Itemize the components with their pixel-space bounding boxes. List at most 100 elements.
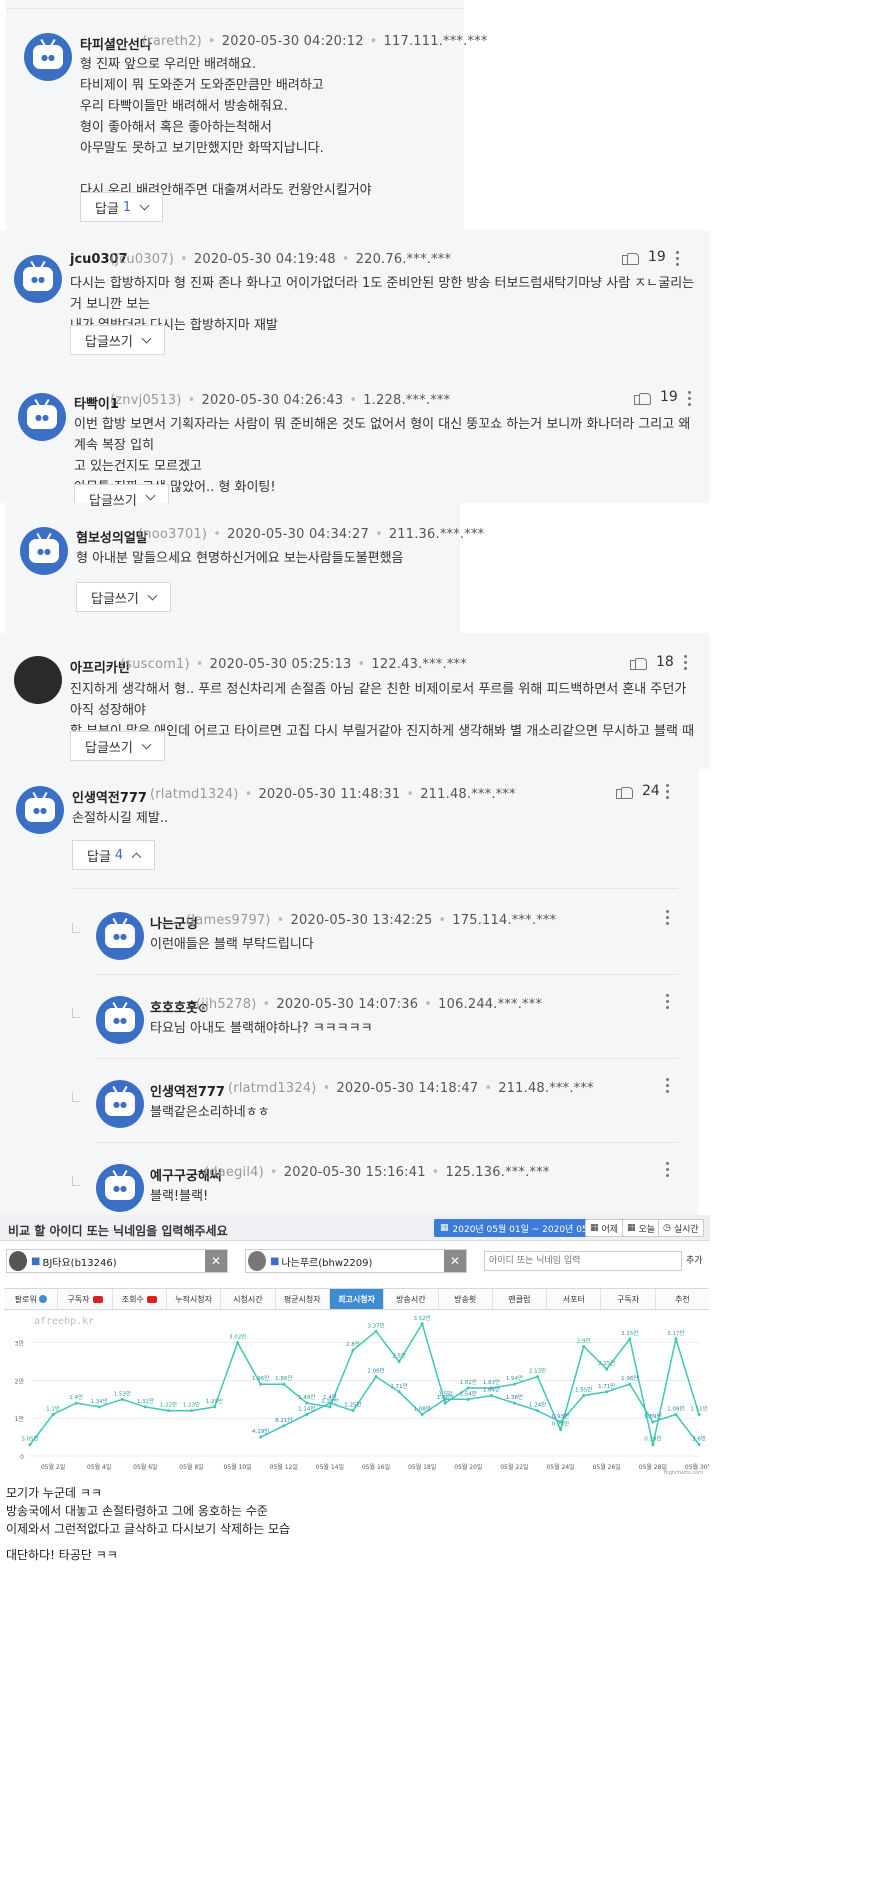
avatar[interactable]: ●●	[18, 393, 66, 441]
reply-meta: (daegil4) • 2020-05-30 15:16:41 • 125.136.**…	[204, 1165, 550, 1180]
more-menu-icon[interactable]	[666, 994, 670, 1010]
tab-label: 서포터	[562, 1294, 585, 1304]
x-tick-label: 05월 2일	[41, 1463, 65, 1471]
comment-nick[interactable]: 인생역전777	[72, 787, 147, 806]
data-label: 3.6만	[692, 1435, 706, 1443]
data-label: 1.34만	[91, 1397, 108, 1405]
comment-body: 손절하시길 제발..	[72, 811, 169, 826]
avatar[interactable]: ●●	[96, 1164, 144, 1212]
data-label: 1.94만	[506, 1374, 523, 1382]
tab-avg-viewers[interactable]: 평균시청자	[276, 1289, 330, 1309]
write-reply-button[interactable]: 답글쓰기	[70, 731, 165, 761]
calendar-icon: ▦	[440, 1223, 449, 1233]
compare-pick-1[interactable]: ■ BJ타요(b13246) ✕	[6, 1249, 228, 1273]
tv-logo-icon: ■	[31, 1255, 41, 1267]
comment-panel-5	[0, 769, 698, 1215]
data-label: 1.4만	[323, 1393, 337, 1401]
x-tick-label: 05월 10일	[224, 1463, 252, 1471]
reply-indent-icon	[72, 1092, 80, 1102]
remove-icon[interactable]: ✕	[205, 1250, 227, 1272]
write-reply-button[interactable]: 답글쓰기	[70, 325, 165, 355]
reply-count: 1	[122, 199, 132, 215]
data-point	[351, 1409, 355, 1413]
reply-date: 2020-05-30 15:16:41	[283, 1165, 426, 1180]
data-point	[374, 1375, 378, 1379]
more-menu-icon[interactable]	[666, 1162, 670, 1178]
data-label: 2.06만	[367, 1367, 384, 1375]
data-label: 1.14만	[298, 1404, 315, 1412]
thumbs-up-icon	[622, 250, 639, 265]
tab-subscribers-2[interactable]: 구독자	[601, 1289, 656, 1309]
tab-recommend[interactable]: 추천	[656, 1289, 709, 1309]
tab-subscriber[interactable]: 구독자	[58, 1289, 113, 1309]
comment-nick[interactable]: 혐보성의얼말	[76, 527, 148, 546]
more-menu-icon[interactable]	[666, 784, 670, 800]
data-point	[466, 1397, 470, 1401]
data-label: 1.86만	[275, 1374, 292, 1382]
remove-icon[interactable]: ✕	[444, 1250, 466, 1272]
reply-nick[interactable]: 인생역전777	[150, 1081, 225, 1100]
like-button[interactable]: 24	[616, 783, 660, 799]
x-tick-label: 05월 4일	[87, 1463, 111, 1471]
comment-nick[interactable]: 타피셜안선다	[80, 34, 152, 53]
comment-meta: (jcu0307) • 2020-05-30 04:19:48 • 220.76.***…	[110, 252, 452, 267]
tab-supporter[interactable]: 서포터	[547, 1289, 602, 1309]
avatar[interactable]: ●●	[24, 33, 72, 81]
today-button[interactable]: ▦ 오늘	[622, 1219, 661, 1237]
avatar[interactable]: ●●	[14, 255, 62, 303]
yesterday-button[interactable]: ▦ 어제	[585, 1219, 624, 1237]
tv-logo-icon: ●●	[27, 405, 57, 429]
data-point	[213, 1405, 217, 1409]
data-point	[628, 1337, 632, 1341]
like-button[interactable]: 19	[634, 389, 678, 405]
tab-fanclub[interactable]: 팬클럽	[493, 1289, 548, 1309]
comment-uid: (suscom1)	[120, 657, 190, 672]
avatar[interactable]: ●●	[16, 786, 64, 834]
tab-broadcast-count[interactable]: 방송횟	[439, 1289, 493, 1309]
write-reply-button[interactable]: 답글쓰기	[76, 582, 171, 612]
tab-follower[interactable]: 팔로워	[4, 1289, 59, 1309]
more-menu-icon[interactable]	[666, 1078, 670, 1094]
tab-views[interactable]: 조회수	[113, 1289, 167, 1309]
more-menu-icon[interactable]	[684, 655, 688, 671]
avatar[interactable]: ●●	[96, 1080, 144, 1128]
add-button[interactable]: 추가	[686, 1253, 703, 1266]
compare-pick-2[interactable]: ■ 나는푸르(bhw2209) ✕	[245, 1249, 467, 1273]
data-label: 1.31만	[137, 1397, 154, 1405]
avatar[interactable]: ●●	[96, 996, 144, 1044]
write-reply-button[interactable]: 답글쓰기	[74, 484, 169, 509]
more-menu-icon[interactable]	[688, 391, 692, 407]
data-point	[51, 1412, 55, 1416]
tab-total-viewers[interactable]: 누적시청자	[167, 1289, 222, 1309]
realtime-button[interactable]: ◷ 실시간	[658, 1219, 704, 1237]
avatar[interactable]: ●●	[20, 527, 68, 575]
like-button[interactable]: 19	[622, 249, 666, 265]
reply-count: 4	[114, 847, 124, 863]
data-point	[651, 1443, 655, 1447]
tab-label: 팔로워	[14, 1294, 37, 1304]
more-menu-icon[interactable]	[666, 910, 670, 926]
avatar[interactable]: ●●	[96, 912, 144, 960]
like-button[interactable]: 18	[630, 654, 674, 670]
comment-uid: (znvj0513)	[110, 393, 182, 408]
avatar-photo[interactable]	[14, 656, 62, 704]
compare-search-input[interactable]	[484, 1251, 682, 1271]
more-menu-icon[interactable]	[676, 251, 680, 267]
data-point	[305, 1401, 309, 1405]
like-count: 18	[656, 654, 674, 670]
avatar	[9, 1251, 27, 1271]
pick-label: 나는푸르(bhw2209)	[281, 1257, 373, 1269]
data-point	[28, 1443, 32, 1447]
tab-broadcast-time[interactable]: 방송시간	[384, 1289, 439, 1309]
tv-logo-icon: ●●	[33, 45, 63, 69]
chevron-down-icon	[145, 490, 156, 501]
tab-label: 구독자	[617, 1294, 640, 1304]
tab-max-viewers[interactable]: 최고시청자	[329, 1289, 385, 1309]
tv-logo-icon: ●●	[105, 1008, 135, 1032]
tab-watch-time[interactable]: 시청시간	[221, 1289, 276, 1309]
reply-toggle-button[interactable]: 답글 1	[80, 192, 164, 222]
data-point	[282, 1382, 286, 1386]
like-count: 19	[648, 249, 666, 265]
reply-toggle-button[interactable]: 답글 4	[72, 840, 156, 870]
data-point	[374, 1329, 378, 1333]
